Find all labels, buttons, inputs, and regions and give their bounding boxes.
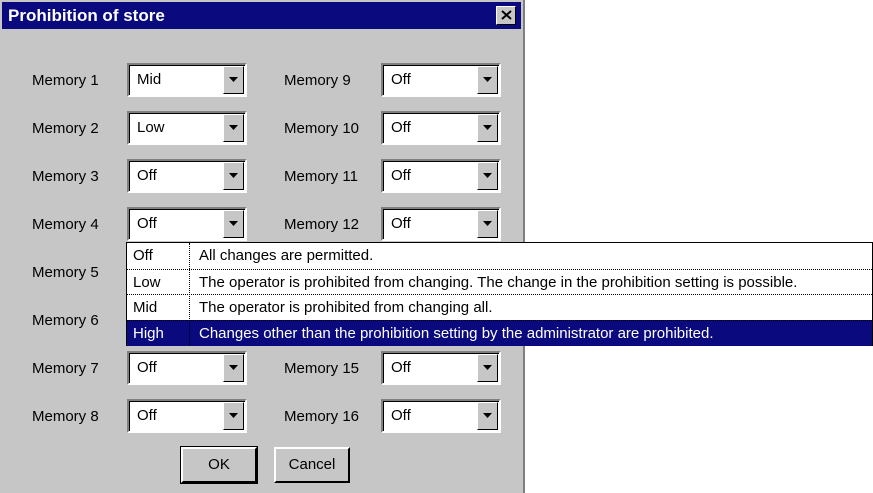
dropdown-arrow-button[interactable] bbox=[223, 402, 244, 430]
dropdown-arrow-button[interactable] bbox=[223, 210, 244, 238]
memory-label: Memory 10 bbox=[284, 120, 360, 137]
option-description: The operator is prohibited from changing… bbox=[199, 299, 493, 316]
memory-select[interactable]: Off bbox=[381, 351, 501, 385]
memory-select-value: Off bbox=[391, 119, 411, 136]
memory-select-value: Off bbox=[137, 167, 157, 184]
memory-label: Memory 4 bbox=[32, 216, 99, 233]
option-key: Mid bbox=[133, 299, 158, 316]
dropdown-arrow-button[interactable] bbox=[477, 402, 498, 430]
dropdown-option[interactable]: Off All changes are permitted. bbox=[127, 243, 872, 268]
memory-select[interactable]: Off bbox=[381, 159, 501, 193]
chevron-down-icon bbox=[229, 125, 238, 130]
memory-label: Memory 16 bbox=[284, 408, 360, 425]
memory-select[interactable]: Off bbox=[127, 207, 247, 241]
option-description: The operator is prohibited from changing… bbox=[199, 273, 798, 291]
memory-label: Memory 15 bbox=[284, 360, 360, 377]
memory-select-value: Off bbox=[391, 71, 411, 88]
dropdown-arrow-button[interactable] bbox=[477, 114, 498, 142]
memory-label: Memory 9 bbox=[284, 72, 351, 89]
memory-label: Memory 11 bbox=[284, 168, 358, 185]
window-title: Prohibition of store bbox=[8, 6, 165, 25]
memory-select[interactable]: Off bbox=[381, 63, 501, 97]
dropdown-arrow-button[interactable] bbox=[223, 114, 244, 142]
memory-label: Memory 1 bbox=[32, 72, 99, 89]
memory-select-value: Mid bbox=[137, 71, 162, 88]
chevron-down-icon bbox=[483, 173, 492, 178]
memory-select-value: Off bbox=[137, 359, 157, 376]
chevron-down-icon bbox=[483, 221, 492, 226]
memory-select-value: Off bbox=[391, 167, 411, 184]
memory-select[interactable]: Off bbox=[381, 207, 501, 241]
dropdown-arrow-button[interactable] bbox=[477, 66, 498, 94]
dropdown-arrow-button[interactable] bbox=[477, 162, 498, 190]
option-key: Off bbox=[133, 247, 153, 264]
memory-select[interactable]: Off bbox=[381, 111, 501, 145]
dropdown-arrow-button[interactable] bbox=[223, 162, 244, 190]
chevron-down-icon bbox=[483, 365, 492, 370]
chevron-down-icon bbox=[229, 173, 238, 178]
memory-select[interactable]: Off bbox=[127, 159, 247, 193]
memory-label: Memory 5 bbox=[32, 264, 99, 281]
dropdown-option[interactable]: Low The operator is prohibited from chang… bbox=[127, 268, 872, 295]
chevron-down-icon bbox=[229, 221, 238, 226]
dropdown-option[interactable]: High Changes other than the prohibition s… bbox=[127, 319, 872, 346]
memory-label: Memory 2 bbox=[32, 120, 99, 137]
memory-select[interactable]: Off bbox=[381, 399, 501, 433]
memory-select-value: Low bbox=[137, 119, 165, 136]
option-key: High bbox=[133, 324, 164, 342]
memory-label: Memory 3 bbox=[32, 168, 99, 185]
option-description: All changes are permitted. bbox=[199, 247, 374, 264]
chevron-down-icon bbox=[483, 77, 492, 82]
close-button[interactable] bbox=[496, 6, 516, 25]
dropdown-arrow-button[interactable] bbox=[477, 354, 498, 382]
dropdown-arrow-button[interactable] bbox=[477, 210, 498, 238]
chevron-down-icon bbox=[229, 365, 238, 370]
memory-label: Memory 8 bbox=[32, 408, 99, 425]
ok-button[interactable]: OK bbox=[180, 446, 258, 484]
memory-label: Memory 7 bbox=[32, 360, 99, 377]
dropdown-arrow-button[interactable] bbox=[223, 66, 244, 94]
memory-select-value: Off bbox=[391, 359, 411, 376]
chevron-down-icon bbox=[483, 413, 492, 418]
memory-select[interactable]: Off bbox=[127, 399, 247, 433]
memory-select[interactable]: Off bbox=[127, 351, 247, 385]
memory-select-value: Off bbox=[391, 407, 411, 424]
close-icon bbox=[501, 10, 512, 20]
title-bar: Prohibition of store bbox=[2, 2, 521, 29]
dropdown-arrow-button[interactable] bbox=[223, 354, 244, 382]
chevron-down-icon bbox=[229, 77, 238, 82]
memory-select-value: Off bbox=[137, 407, 157, 424]
memory-select[interactable]: Mid bbox=[127, 63, 247, 97]
option-key: Low bbox=[133, 273, 161, 291]
memory-select[interactable]: Low bbox=[127, 111, 247, 145]
option-description: Changes other than the prohibition setti… bbox=[199, 324, 714, 342]
prohibition-level-dropdown[interactable]: High Changes other than the prohibition s… bbox=[126, 242, 873, 346]
dropdown-column-separator bbox=[189, 243, 190, 345]
dropdown-option[interactable]: Mid The operator is prohibited from chang… bbox=[127, 294, 872, 320]
cancel-button[interactable]: Cancel bbox=[274, 447, 350, 483]
memory-label: Memory 12 bbox=[284, 216, 360, 233]
memory-label: Memory 6 bbox=[32, 312, 99, 329]
chevron-down-icon bbox=[229, 413, 238, 418]
chevron-down-icon bbox=[483, 125, 492, 130]
memory-select-value: Off bbox=[391, 215, 411, 232]
memory-select-value: Off bbox=[137, 215, 157, 232]
